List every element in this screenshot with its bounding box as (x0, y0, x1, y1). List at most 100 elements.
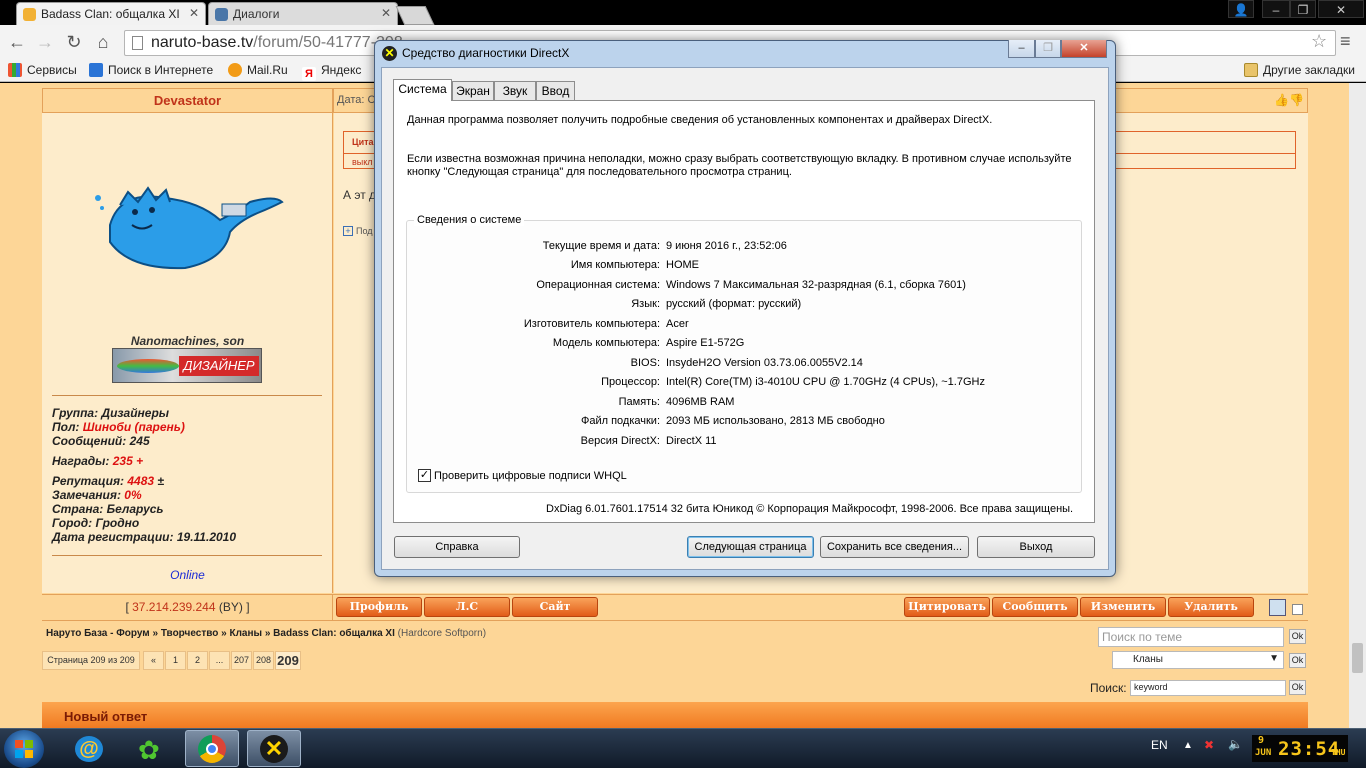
clock-month: JUN (1255, 748, 1272, 758)
bookmark-yandex[interactable]: Я Яндекс (302, 63, 361, 81)
image-icon[interactable] (1269, 599, 1286, 616)
version-footer: DxDiag 6.01.7601.17514 32 бита Юникод © … (546, 503, 1074, 515)
page-link[interactable]: 1 (165, 651, 186, 670)
category-ok-button[interactable]: Ok (1289, 653, 1306, 668)
home-icon[interactable]: ⌂ (92, 31, 114, 53)
ip-address: [ 37.214.239.244 (BY) ] (42, 600, 333, 614)
pm-button[interactable]: Л.С (424, 597, 510, 617)
user-icon[interactable]: 👤 (1228, 0, 1254, 18)
info-label: Версия DirectX: (580, 435, 660, 447)
info-value-directx: DirectX 11 (666, 435, 717, 447)
select-post-checkbox[interactable] (1292, 604, 1303, 615)
page-link[interactable]: 207 (231, 651, 252, 670)
exit-button[interactable]: Выход (977, 536, 1095, 558)
help-button[interactable]: Справка (394, 536, 520, 558)
tab-dialogs[interactable]: Диалоги ✕ (208, 2, 398, 25)
reputation-label: Репутация: (52, 474, 128, 488)
edit-button[interactable]: Изменить (1080, 597, 1166, 617)
bookmark-services[interactable]: Сервисы (8, 63, 77, 77)
dialog-close-icon[interactable]: ✕ (1061, 40, 1107, 58)
report-button[interactable]: Сообщить (992, 597, 1078, 617)
like-icon[interactable]: 👍 (1274, 93, 1289, 107)
dislike-icon[interactable]: 👎 (1289, 93, 1304, 107)
whql-label[interactable]: Проверить цифровые подписи WHQL (434, 470, 627, 482)
info-label: Язык: (631, 298, 660, 310)
post-author[interactable]: Devastator (42, 88, 333, 113)
next-page-button[interactable]: Следующая страница (687, 536, 814, 558)
taskbar-dxdiag[interactable]: ✕ (247, 730, 301, 767)
delete-button[interactable]: Удалить (1168, 597, 1254, 617)
new-reply-header[interactable]: Новый ответ (42, 702, 1308, 728)
windows-logo-icon (15, 740, 23, 748)
forward-icon[interactable]: → (34, 31, 56, 53)
page-link[interactable]: 208 (253, 651, 274, 670)
user-awards: Награды: 235 + (52, 454, 143, 468)
tab-input[interactable]: Ввод (536, 81, 575, 101)
reputation-value[interactable]: 4483 (127, 474, 154, 488)
scrollbar-thumb[interactable] (1352, 643, 1363, 673)
page-icon (132, 36, 143, 50)
reputation-vote-button[interactable]: ± (157, 474, 164, 488)
menu-icon[interactable]: ≡ (1340, 31, 1351, 52)
dialog-minimize-icon[interactable]: – (1008, 40, 1035, 58)
awards-label: Награды: (52, 454, 113, 468)
close-tab-icon[interactable]: ✕ (189, 6, 199, 20)
tab-sound[interactable]: Звук (494, 81, 536, 101)
user-warnings: Замечания: 0% (52, 488, 142, 502)
tab-system[interactable]: Система (393, 79, 452, 101)
info-value-manufacturer: Acer (666, 318, 689, 330)
clock[interactable]: 9 JUN 23:54 THU (1252, 735, 1348, 762)
pages-label: Страница 209 из 209 (42, 651, 140, 670)
profile-button[interactable]: Профиль (336, 597, 422, 617)
other-bookmarks[interactable]: Другие закладки (1244, 63, 1355, 77)
site-search-ok-button[interactable]: Ok (1289, 680, 1306, 695)
user-registered: Дата регистрации: 19.11.2010 (52, 530, 237, 544)
info-value-datetime: 9 июня 2016 г., 23:52:06 (666, 240, 787, 252)
close-window-icon[interactable]: ✕ (1318, 0, 1364, 18)
theme-search-input[interactable]: Поиск по теме (1098, 627, 1284, 647)
clock-weekday: THU (1331, 748, 1346, 757)
info-value-model: Aspire E1-572G (666, 337, 745, 349)
user-gender: Пол: Шиноби (парень) (52, 420, 185, 434)
spoiler-toggle[interactable]: + Под (343, 226, 373, 236)
volume-icon[interactable]: 🔈 (1228, 737, 1243, 751)
breadcrumb-path[interactable]: Наруто База - Форум » Творчество » Кланы… (46, 628, 395, 639)
quote-button[interactable]: Цитировать (904, 597, 990, 617)
bookmark-label: Mail.Ru (247, 63, 288, 77)
page-prev[interactable]: « (143, 651, 164, 670)
ip-value[interactable]: 37.214.239.244 (132, 600, 215, 614)
language-indicator[interactable]: EN (1151, 738, 1168, 752)
page-link[interactable]: 2 (187, 651, 208, 670)
taskbar-mail-agent[interactable]: @ (62, 730, 116, 767)
save-all-button[interactable]: Сохранить все сведения... (820, 536, 969, 558)
bookmark-star-icon[interactable]: ☆ (1311, 31, 1327, 52)
info-label: Изготовитель компьютера: (523, 318, 660, 330)
close-tab-icon[interactable]: ✕ (381, 6, 391, 20)
minimize-icon[interactable]: – (1262, 0, 1290, 18)
category-select[interactable]: Кланы ▼ (1112, 651, 1284, 669)
page-scrollbar[interactable] (1349, 83, 1366, 728)
reload-icon[interactable]: ↻ (63, 31, 85, 53)
intro-hint-text: Если известна возможная причина неполадк… (407, 153, 1072, 178)
breadcrumb[interactable]: Наруто База - Форум » Творчество » Кланы… (46, 628, 486, 639)
tab-display[interactable]: Экран (452, 81, 494, 101)
apps-icon (8, 63, 22, 77)
bookmark-mailru[interactable]: Mail.Ru (228, 63, 288, 77)
taskbar-chrome[interactable] (185, 730, 239, 767)
network-error-icon[interactable]: ✖ (1204, 738, 1214, 752)
site-search-input[interactable]: keyword (1130, 680, 1286, 696)
start-button[interactable] (4, 730, 44, 768)
website-button[interactable]: Сайт (512, 597, 598, 617)
show-hidden-icons-icon[interactable]: ▲ (1183, 740, 1193, 751)
theme-search-ok-button[interactable]: Ok (1289, 629, 1306, 644)
whql-checkbox[interactable]: ✓ (418, 469, 431, 482)
bookmark-search[interactable]: Поиск в Интернете (89, 63, 213, 77)
maximize-icon[interactable]: ❐ (1290, 0, 1316, 18)
taskbar-icq[interactable]: ✿ (124, 730, 178, 767)
icq-flower-icon: ✿ (138, 735, 160, 765)
add-award-button[interactable]: + (136, 454, 143, 468)
tab-badass-clan[interactable]: Badass Clan: общалка XI ✕ (16, 2, 206, 25)
back-icon[interactable]: ← (6, 31, 28, 53)
info-label: Файл подкачки: (580, 415, 660, 427)
awards-value[interactable]: 235 (113, 454, 133, 468)
